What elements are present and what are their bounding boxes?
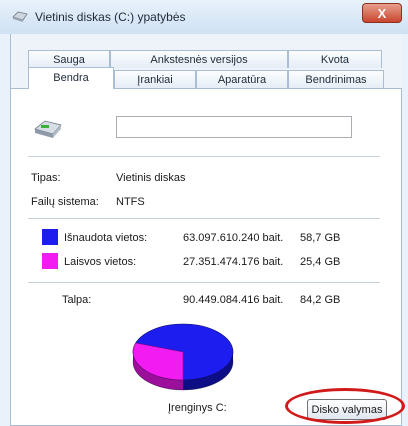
free-space-label: Laisvos vietos: [64,256,137,268]
title-bar: Vietinis diskas (C:) ypatybės X [0,0,408,34]
separator [28,156,380,157]
free-space-size: 25,4 GB [300,256,341,268]
filesystem-label: Failų sistema: [31,196,99,208]
filesystem-value: NTFS [116,196,145,208]
tab-tools[interactable]: Įrankiai [114,70,196,88]
separator [28,218,380,219]
disk-usage-pie [132,323,234,391]
used-space-swatch [42,229,58,245]
used-space-size: 58,7 GB [300,232,341,244]
tab-quota[interactable]: Kvota [288,50,382,68]
drive-window-icon [12,11,28,22]
capacity-size: 84,2 GB [300,294,341,306]
free-space-swatch [42,253,58,269]
hard-drive-icon [34,120,62,138]
close-button[interactable]: X [362,3,402,23]
type-value: Vietinis diskas [116,172,186,184]
capacity-bytes: 90.449.084.416 bait. [183,294,284,306]
tab-security[interactable]: Sauga [28,50,110,68]
type-label: Tipas: [31,172,61,184]
close-icon: X [377,6,387,21]
drive-name-input[interactable] [116,116,352,138]
tab-previous-versions[interactable]: Ankstesnės versijos [110,50,288,68]
window-title: Vietinis diskas (C:) ypatybės [35,10,186,24]
separator [28,282,380,283]
tab-sharing[interactable]: Bendrinimas [288,70,384,88]
capacity-label: Talpa: [62,294,92,306]
disk-label: Įrenginys C: [168,402,227,414]
free-space-bytes: 27.351.474.176 bait. [183,256,284,268]
tab-hardware[interactable]: Aparatūra [196,70,288,88]
used-space-bytes: 63.097.610.240 bait. [183,232,284,244]
used-space-label: Išnaudota vietos: [64,232,148,244]
highlight-ring [285,388,405,424]
tab-general[interactable]: Bendra [28,67,114,89]
